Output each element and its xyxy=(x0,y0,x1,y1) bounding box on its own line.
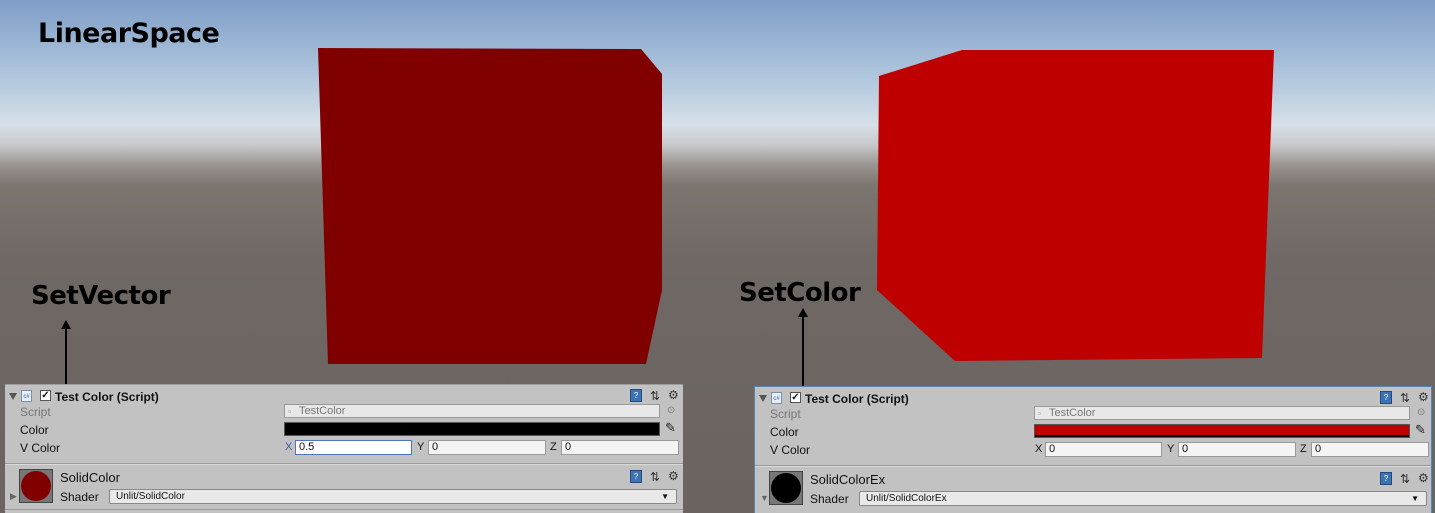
help-book-icon[interactable]: ? xyxy=(1380,391,1392,404)
script-label: Script xyxy=(770,407,801,421)
help-book-icon[interactable]: ? xyxy=(630,389,642,402)
component-enabled-checkbox[interactable]: ✓ xyxy=(40,390,51,401)
vcolor-label: V Color xyxy=(20,441,61,455)
color-field[interactable] xyxy=(1034,424,1410,438)
alpha-bar xyxy=(1035,435,1409,437)
script-field[interactable]: ▫ TestColor xyxy=(284,404,660,418)
left-cube xyxy=(318,48,662,364)
color-label: Color xyxy=(20,423,49,437)
gear-icon[interactable]: ⚙ xyxy=(668,469,679,483)
preset-sliders-icon[interactable]: ⇅ xyxy=(1400,472,1410,486)
material-swatch xyxy=(771,473,801,503)
gear-icon[interactable]: ⚙ xyxy=(1418,471,1429,485)
cs-script-icon: c# xyxy=(771,392,782,404)
right-cube xyxy=(877,50,1274,361)
vcolor-label: V Color xyxy=(770,443,811,457)
preset-sliders-icon[interactable]: ⇅ xyxy=(650,389,660,403)
axis-y-label[interactable]: Y xyxy=(417,441,424,453)
axis-z-label[interactable]: Z xyxy=(1300,443,1307,455)
chevron-down-icon: ▼ xyxy=(661,492,669,501)
axis-y-label[interactable]: Y xyxy=(1167,443,1174,455)
component-title: Test Color (Script) xyxy=(55,390,159,404)
shader-label: Shader xyxy=(810,492,849,506)
material-preview xyxy=(769,471,803,505)
vector-x-input[interactable]: 0 xyxy=(1045,442,1162,457)
vector-z-input[interactable]: 0 xyxy=(561,440,679,455)
material-foldout-icon[interactable]: ▼ xyxy=(760,493,769,503)
shader-label: Shader xyxy=(60,490,99,504)
component-header[interactable]: c# ✓ Test Color (Script) ? ⇅ ⚙ xyxy=(755,389,1431,407)
shader-value: Unlit/SolidColorEx xyxy=(866,493,947,504)
divider-highlight xyxy=(5,464,683,465)
vector-y-input[interactable]: 0 xyxy=(1178,442,1296,457)
object-picker-icon[interactable]: ⊙ xyxy=(667,404,675,418)
vector-x-input[interactable]: 0.5 xyxy=(295,440,412,455)
preset-sliders-icon[interactable]: ⇅ xyxy=(1400,391,1410,405)
component-title: Test Color (Script) xyxy=(805,392,909,406)
color-field[interactable] xyxy=(284,422,660,436)
gear-icon[interactable]: ⚙ xyxy=(668,388,679,402)
vector-z-input[interactable]: 0 xyxy=(1311,442,1429,457)
color-label: Color xyxy=(770,425,799,439)
shader-value: Unlit/SolidColor xyxy=(116,491,185,502)
material-name: SolidColor xyxy=(60,470,120,485)
shader-dropdown[interactable]: Unlit/SolidColorEx ▼ xyxy=(859,491,1427,506)
foldout-arrow-icon[interactable] xyxy=(9,393,17,400)
preset-sliders-icon[interactable]: ⇅ xyxy=(650,470,660,484)
vector-y-input[interactable]: 0 xyxy=(428,440,546,455)
eyedropper-icon[interactable]: ✎ xyxy=(665,420,676,436)
axis-x-label[interactable]: X xyxy=(285,441,292,453)
foldout-arrow-icon[interactable] xyxy=(759,395,767,402)
cs-file-icon: ▫ xyxy=(288,407,291,416)
alpha-bar xyxy=(285,433,659,435)
inspector-panel-left: c# ✓ Test Color (Script) ? ⇅ ⚙ Script ▫ … xyxy=(5,384,683,513)
script-field[interactable]: ▫ TestColor xyxy=(1034,406,1410,420)
axis-x-label[interactable]: X xyxy=(1035,443,1042,455)
component-enabled-checkbox[interactable]: ✓ xyxy=(790,392,801,403)
help-book-icon[interactable]: ? xyxy=(630,470,642,483)
divider xyxy=(5,509,683,510)
script-value: TestColor xyxy=(1049,407,1096,419)
divider-highlight xyxy=(755,466,1431,467)
material-preview xyxy=(19,469,53,503)
material-swatch xyxy=(21,471,51,501)
script-label: Script xyxy=(20,405,51,419)
axis-z-label[interactable]: Z xyxy=(550,441,557,453)
cs-script-icon: c# xyxy=(21,390,32,402)
eyedropper-icon[interactable]: ✎ xyxy=(1415,422,1426,438)
chevron-down-icon: ▼ xyxy=(1411,494,1419,503)
component-header[interactable]: c# ✓ Test Color (Script) ? ⇅ ⚙ xyxy=(5,387,683,405)
inspector-panel-right: c# ✓ Test Color (Script) ? ⇅ ⚙ Script ▫ … xyxy=(754,386,1432,513)
object-picker-icon[interactable]: ⊙ xyxy=(1417,406,1425,420)
shader-dropdown[interactable]: Unlit/SolidColor ▼ xyxy=(109,489,677,504)
gear-icon[interactable]: ⚙ xyxy=(1418,390,1429,404)
callout-setcolor: SetColor xyxy=(739,278,861,308)
callout-setvector: SetVector xyxy=(31,281,171,311)
cs-file-icon: ▫ xyxy=(1038,409,1041,418)
material-name: SolidColorEx xyxy=(810,472,886,487)
material-foldout-icon[interactable]: ▶ xyxy=(10,491,17,502)
script-value: TestColor xyxy=(299,405,346,417)
help-book-icon[interactable]: ? xyxy=(1380,472,1392,485)
